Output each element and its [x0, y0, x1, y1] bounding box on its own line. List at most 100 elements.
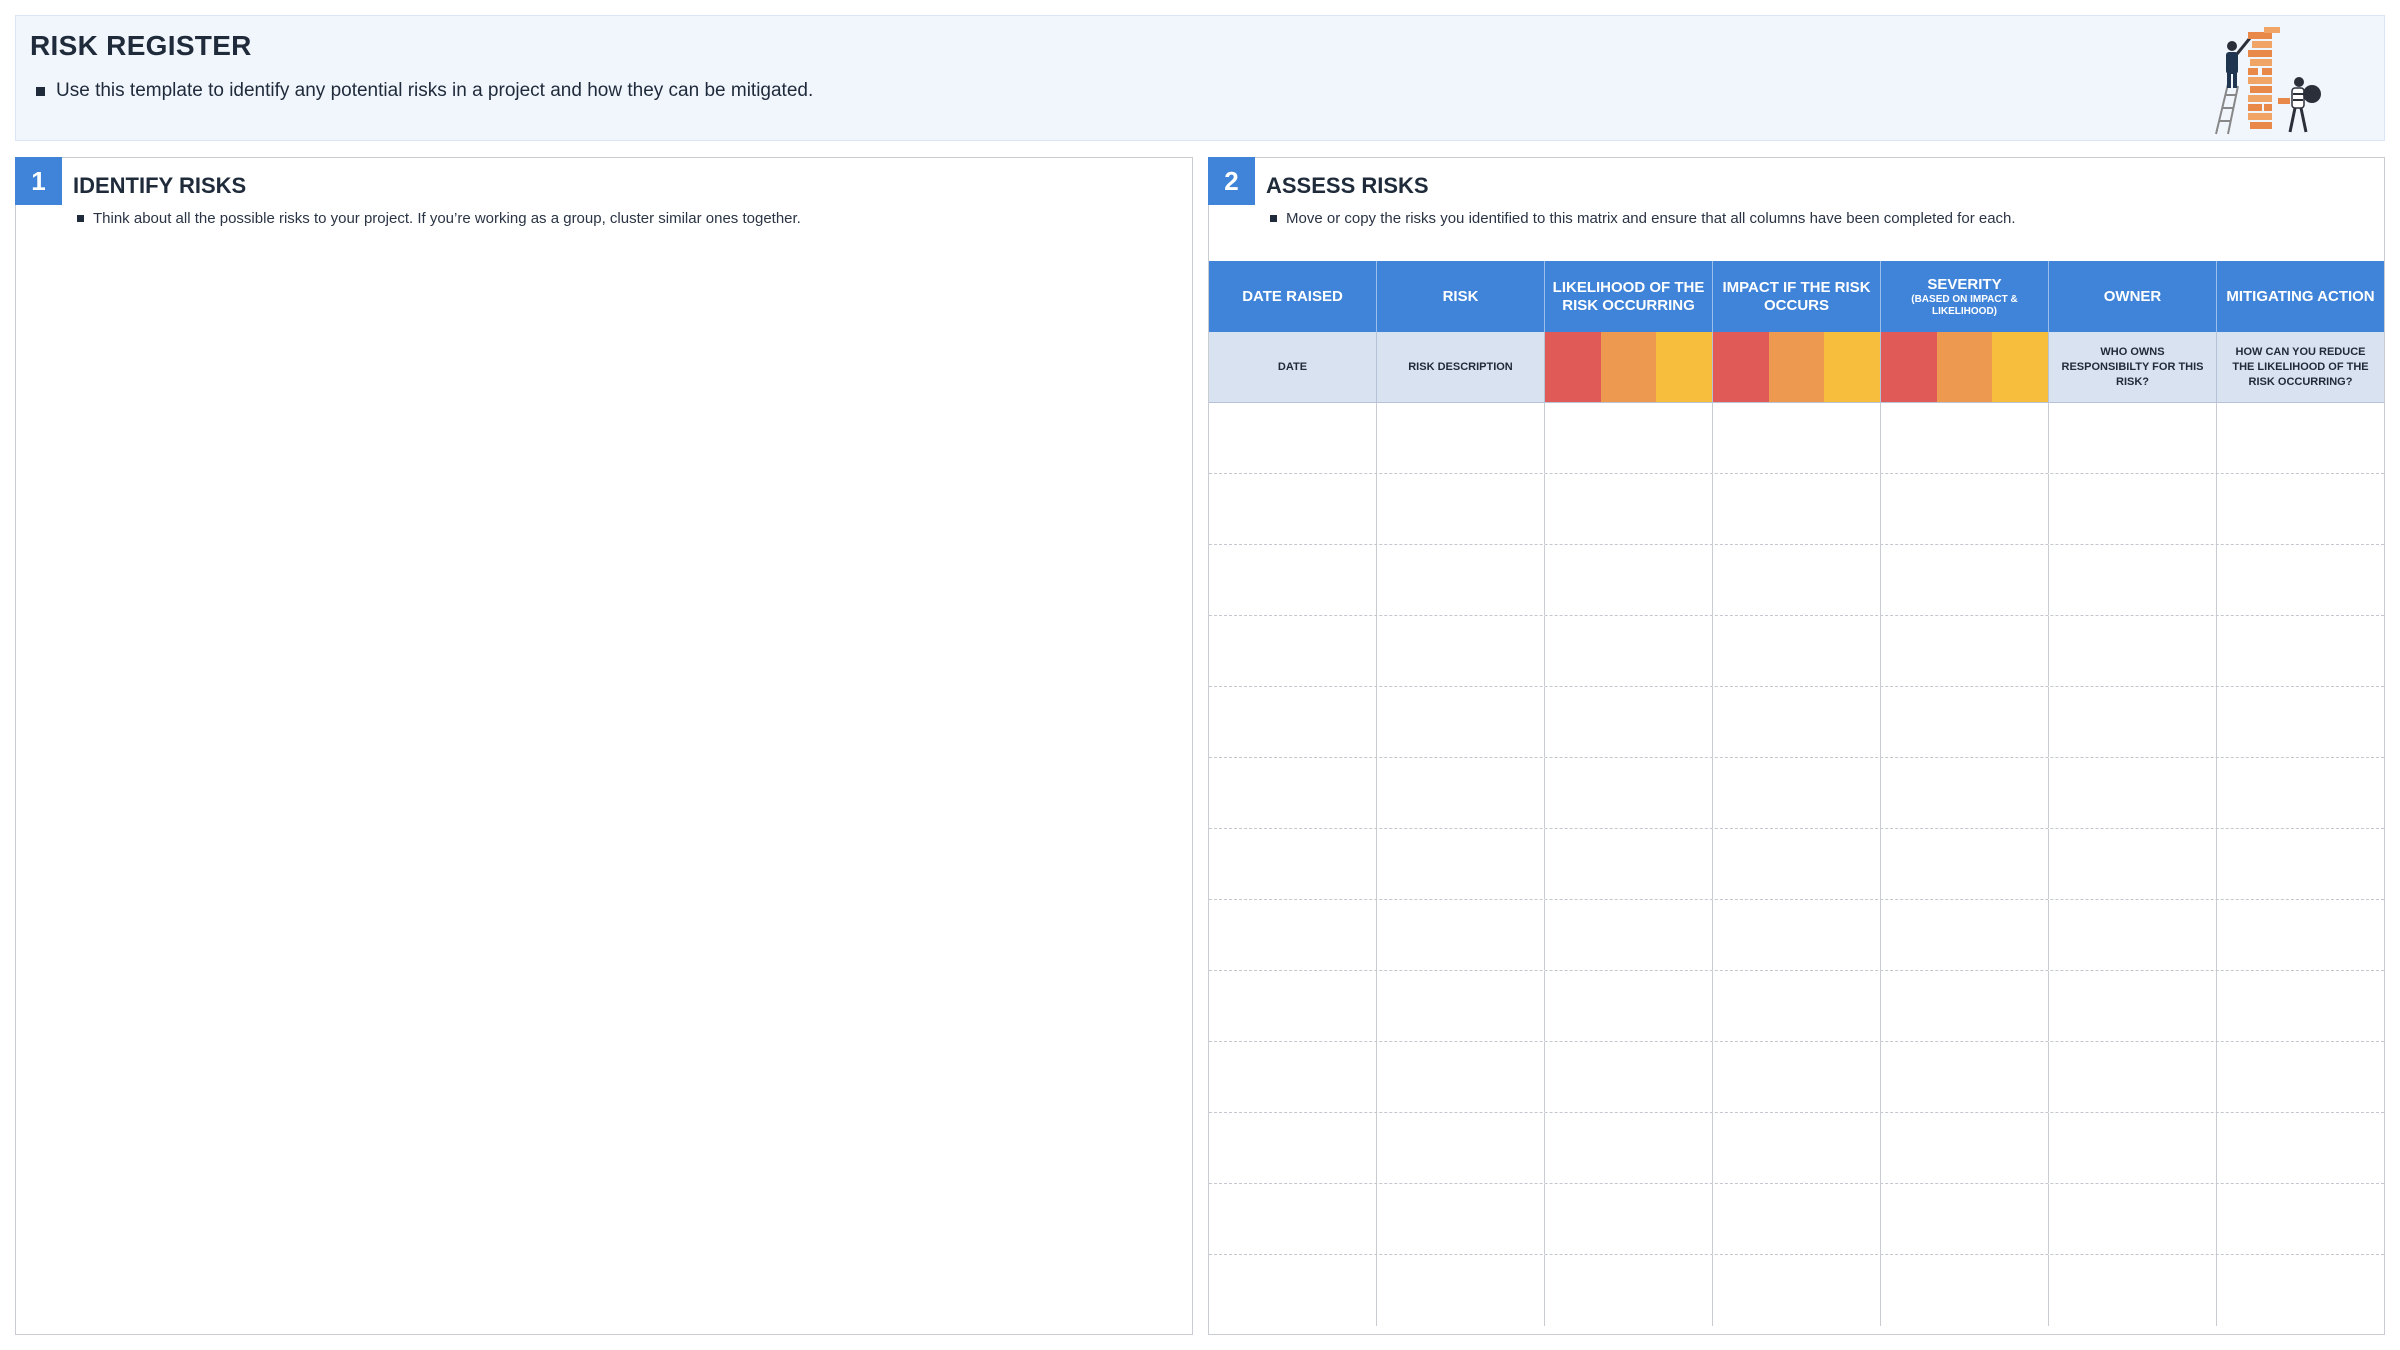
table-cell[interactable] — [1545, 829, 1713, 899]
table-cell[interactable] — [2049, 474, 2217, 544]
table-cell[interactable] — [1377, 1113, 1545, 1183]
table-cell[interactable] — [1377, 616, 1545, 686]
table-cell[interactable] — [2217, 616, 2384, 686]
table-cell[interactable] — [2217, 403, 2384, 473]
table-cell[interactable] — [2049, 1113, 2217, 1183]
table-cell[interactable] — [1377, 758, 1545, 828]
table-cell[interactable] — [1713, 616, 1881, 686]
table-cell[interactable] — [1713, 829, 1881, 899]
table-cell[interactable] — [2049, 1042, 2217, 1112]
table-cell[interactable] — [1713, 900, 1881, 970]
table-cell[interactable] — [2049, 829, 2217, 899]
table-cell[interactable] — [2217, 829, 2384, 899]
table-cell[interactable] — [2217, 1255, 2384, 1326]
table-cell[interactable] — [2049, 545, 2217, 615]
table-cell[interactable] — [1545, 758, 1713, 828]
table-cell[interactable] — [2217, 971, 2384, 1041]
table-cell[interactable] — [1545, 403, 1713, 473]
table-cell[interactable] — [1713, 403, 1881, 473]
low-swatch[interactable] — [1824, 332, 1881, 402]
table-cell[interactable] — [1881, 1255, 2049, 1326]
table-cell[interactable] — [1545, 687, 1713, 757]
table-cell[interactable] — [2217, 1113, 2384, 1183]
table-cell[interactable] — [1209, 616, 1377, 686]
table-cell[interactable] — [2049, 1255, 2217, 1326]
table-cell[interactable] — [1209, 900, 1377, 970]
table-cell[interactable] — [1209, 1042, 1377, 1112]
table-cell[interactable] — [1209, 687, 1377, 757]
table-cell[interactable] — [2217, 1184, 2384, 1254]
table-cell[interactable] — [1545, 1184, 1713, 1254]
table-cell[interactable] — [1377, 1255, 1545, 1326]
table-cell[interactable] — [1881, 1113, 2049, 1183]
table-cell[interactable] — [1377, 403, 1545, 473]
table-cell[interactable] — [1713, 758, 1881, 828]
medium-swatch[interactable] — [1936, 332, 1993, 402]
table-cell[interactable] — [1713, 971, 1881, 1041]
table-cell[interactable] — [2049, 1184, 2217, 1254]
table-cell[interactable] — [1377, 1184, 1545, 1254]
table-cell[interactable] — [1545, 1113, 1713, 1183]
table-cell[interactable] — [1209, 545, 1377, 615]
table-cell[interactable] — [2049, 758, 2217, 828]
table-cell[interactable] — [1881, 474, 2049, 544]
table-cell[interactable] — [2217, 545, 2384, 615]
table-cell[interactable] — [1881, 758, 2049, 828]
table-cell[interactable] — [1881, 545, 2049, 615]
table-cell[interactable] — [1713, 1042, 1881, 1112]
table-cell[interactable] — [1209, 829, 1377, 899]
table-cell[interactable] — [2049, 687, 2217, 757]
table-cell[interactable] — [1377, 474, 1545, 544]
high-swatch[interactable] — [1545, 332, 1601, 402]
identify-risks-panel[interactable]: 1 IDENTIFY RISKS Think about all the pos… — [15, 157, 1193, 1335]
table-cell[interactable] — [2217, 758, 2384, 828]
table-cell[interactable] — [1881, 971, 2049, 1041]
high-swatch[interactable] — [1881, 332, 1937, 402]
low-swatch[interactable] — [1992, 332, 2049, 402]
table-cell[interactable] — [1545, 545, 1713, 615]
table-cell[interactable] — [1881, 829, 2049, 899]
table-cell[interactable] — [1377, 1042, 1545, 1112]
table-cell[interactable] — [1545, 900, 1713, 970]
table-cell[interactable] — [2217, 687, 2384, 757]
table-cell[interactable] — [1881, 1184, 2049, 1254]
table-cell[interactable] — [1713, 1184, 1881, 1254]
table-cell[interactable] — [1209, 403, 1377, 473]
table-cell[interactable] — [1209, 971, 1377, 1041]
table-cell[interactable] — [1713, 687, 1881, 757]
medium-swatch[interactable] — [1600, 332, 1657, 402]
table-cell[interactable] — [2217, 1042, 2384, 1112]
table-cell[interactable] — [2049, 900, 2217, 970]
table-cell[interactable] — [1377, 971, 1545, 1041]
table-cell[interactable] — [1713, 545, 1881, 615]
table-cell[interactable] — [1545, 971, 1713, 1041]
high-swatch[interactable] — [1713, 332, 1769, 402]
table-cell[interactable] — [1545, 474, 1713, 544]
table-cell[interactable] — [1209, 474, 1377, 544]
table-cell[interactable] — [1377, 829, 1545, 899]
table-cell[interactable] — [1377, 545, 1545, 615]
table-cell[interactable] — [2217, 474, 2384, 544]
table-cell[interactable] — [1713, 1113, 1881, 1183]
table-cell[interactable] — [1881, 616, 2049, 686]
table-cell[interactable] — [1545, 616, 1713, 686]
medium-swatch[interactable] — [1768, 332, 1825, 402]
table-cell[interactable] — [1209, 1255, 1377, 1326]
table-cell[interactable] — [1209, 1113, 1377, 1183]
table-cell[interactable] — [1545, 1255, 1713, 1326]
table-cell[interactable] — [1881, 687, 2049, 757]
table-cell[interactable] — [1377, 687, 1545, 757]
table-cell[interactable] — [1545, 1042, 1713, 1112]
table-cell[interactable] — [2049, 616, 2217, 686]
table-cell[interactable] — [1881, 900, 2049, 970]
table-cell[interactable] — [1713, 1255, 1881, 1326]
table-cell[interactable] — [2049, 971, 2217, 1041]
table-cell[interactable] — [2217, 900, 2384, 970]
table-cell[interactable] — [1881, 1042, 2049, 1112]
table-cell[interactable] — [1209, 758, 1377, 828]
table-cell[interactable] — [2049, 403, 2217, 473]
table-cell[interactable] — [1713, 474, 1881, 544]
table-cell[interactable] — [1881, 403, 2049, 473]
table-cell[interactable] — [1377, 900, 1545, 970]
table-cell[interactable] — [1209, 1184, 1377, 1254]
